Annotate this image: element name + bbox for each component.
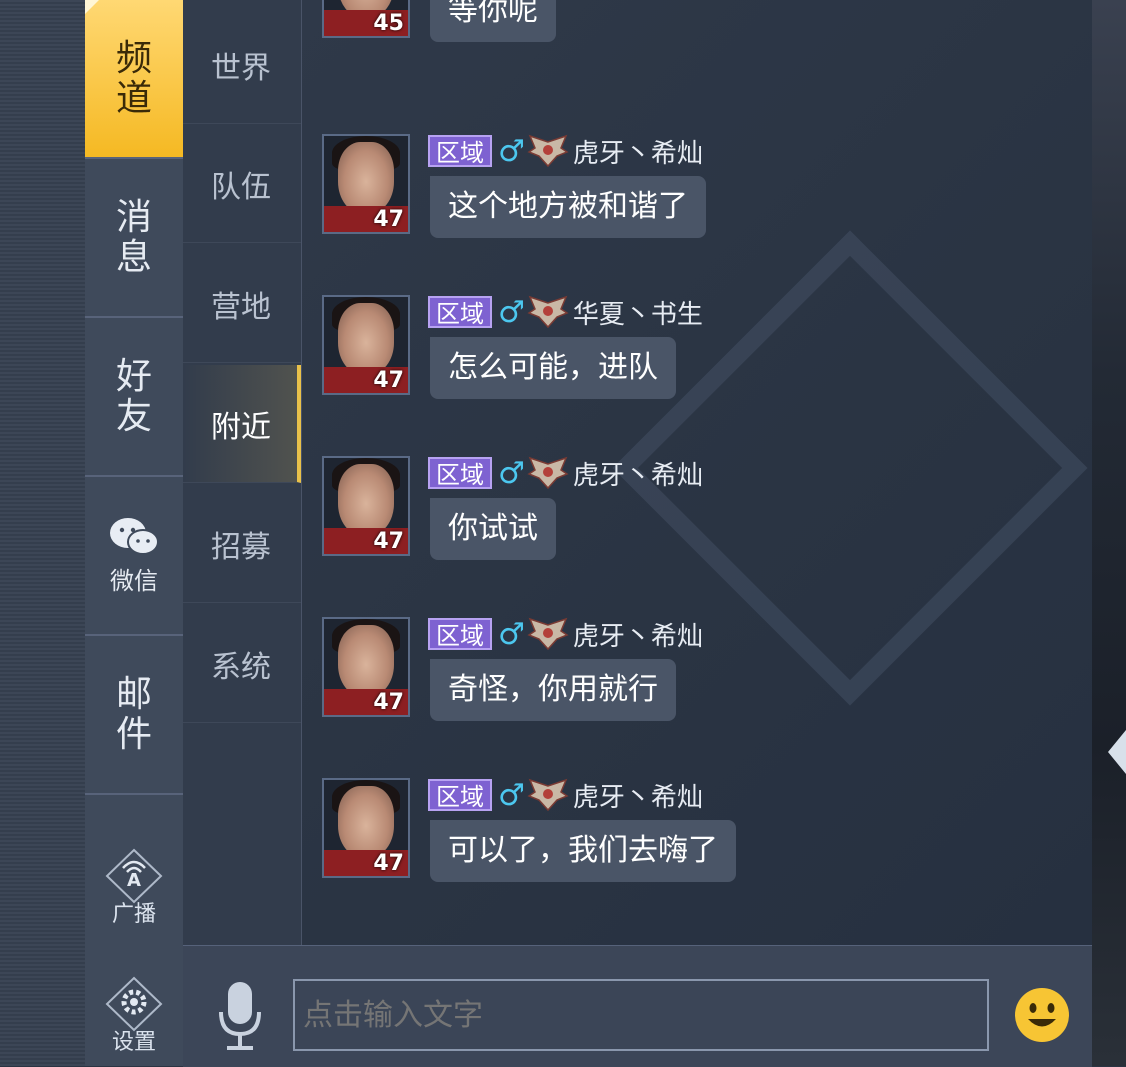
nav-settings-label: 设置 (111, 1030, 156, 1055)
level-badge: 47 (373, 690, 404, 715)
input-bar (183, 945, 1092, 1067)
nav-wechat[interactable]: 微信 (85, 477, 183, 636)
male-icon: ♂ (498, 616, 525, 652)
level-badge: 47 (373, 207, 404, 232)
nav-channel[interactable]: 频道 (85, 0, 183, 159)
region-tag: 区域 (428, 296, 492, 328)
chat-list[interactable]: 45 等你呢 47 区域 ♂ 虎牙丶希灿 这个地方被和谐了 47 区域 ♂ 华夏… (302, 0, 1092, 945)
nav-wechat-label: 微信 (110, 567, 158, 595)
player-name[interactable]: 华夏丶书生 (573, 294, 703, 331)
message-bubble[interactable]: 可以了，我们去嗨了 (430, 820, 736, 882)
rank-wings-icon (527, 456, 569, 490)
tab-world[interactable]: 世界 (183, 6, 301, 124)
chat-message: 47 区域 ♂ 虎牙丶希灿 奇怪，你用就行 (322, 617, 1072, 757)
avatar[interactable]: 47 (322, 456, 410, 556)
chat-message: 47 区域 ♂ 虎牙丶希灿 可以了，我们去嗨了 (322, 778, 1072, 918)
nav-friends-label: 好友 (115, 355, 152, 437)
level-badge: 45 (373, 11, 404, 36)
message-bubble[interactable]: 你试试 (430, 498, 556, 560)
wechat-icon (110, 518, 159, 555)
level-badge: 47 (373, 368, 404, 393)
left-backdrop (0, 0, 85, 1066)
tab-team[interactable]: 队伍 (183, 125, 301, 243)
avatar[interactable]: 47 (322, 134, 410, 234)
message-bubble[interactable]: 等你呢 (430, 0, 556, 42)
chat-message: 47 区域 ♂ 虎牙丶希灿 这个地方被和谐了 (322, 134, 1072, 274)
message-meta: 区域 ♂ 虎牙丶希灿 (428, 616, 703, 653)
main-nav: 频道 消息 好友 微信 邮件 A 广播 设置 (85, 0, 183, 1066)
nav-mail[interactable]: 邮件 (85, 636, 183, 795)
male-icon: ♂ (498, 455, 525, 491)
message-meta: 区域 ♂ 华夏丶书生 (428, 294, 703, 331)
nav-broadcast[interactable]: A 广播 (85, 838, 183, 938)
nav-messages-label: 消息 (115, 196, 152, 278)
tab-camp[interactable]: 营地 (183, 245, 301, 363)
male-icon: ♂ (498, 294, 525, 330)
right-backdrop (1092, 0, 1126, 1066)
nav-friends[interactable]: 好友 (85, 318, 183, 477)
chat-message: 47 区域 ♂ 华夏丶书生 怎么可能，进队 (322, 295, 1072, 435)
avatar[interactable]: 45 (322, 0, 410, 38)
nav-mail-label: 邮件 (115, 673, 152, 755)
chat-message: 47 区域 ♂ 虎牙丶希灿 你试试 (322, 456, 1072, 596)
nav-messages[interactable]: 消息 (85, 159, 183, 318)
message-meta: 区域 ♂ 虎牙丶希灿 (428, 455, 703, 492)
tab-nearby[interactable]: 附近 (183, 365, 301, 483)
smiley-icon[interactable] (1013, 986, 1071, 1044)
rank-wings-icon (527, 295, 569, 329)
message-bubble[interactable]: 这个地方被和谐了 (430, 176, 706, 238)
chat-message: 45 等你呢 (322, 0, 1072, 78)
message-meta: 区域 ♂ 虎牙丶希灿 (428, 133, 703, 170)
male-icon: ♂ (498, 777, 525, 813)
message-bubble[interactable]: 奇怪，你用就行 (430, 659, 676, 721)
chat-input[interactable] (293, 979, 989, 1051)
region-tag: 区域 (428, 135, 492, 167)
player-name[interactable]: 虎牙丶希灿 (573, 616, 703, 653)
nav-broadcast-label: 广播 (111, 902, 156, 927)
region-tag: 区域 (428, 779, 492, 811)
nav-channel-label: 频道 (115, 37, 152, 119)
rank-wings-icon (527, 134, 569, 168)
channel-tabs: 世界 队伍 营地 附近 招募 系统 (183, 0, 302, 945)
avatar[interactable]: 47 (322, 617, 410, 717)
level-badge: 47 (373, 851, 404, 876)
nav-settings[interactable]: 设置 (85, 966, 183, 1066)
player-name[interactable]: 虎牙丶希灿 (573, 777, 703, 814)
message-meta: 区域 ♂ 虎牙丶希灿 (428, 777, 703, 814)
tab-system[interactable]: 系统 (183, 605, 301, 723)
player-name[interactable]: 虎牙丶希灿 (573, 133, 703, 170)
region-tag: 区域 (428, 457, 492, 489)
rank-wings-icon (527, 778, 569, 812)
microphone-icon[interactable] (217, 980, 263, 1052)
male-icon: ♂ (498, 133, 525, 169)
avatar[interactable]: 47 (322, 295, 410, 395)
region-tag: 区域 (428, 618, 492, 650)
message-bubble[interactable]: 怎么可能，进队 (430, 337, 676, 399)
rank-wings-icon (527, 617, 569, 651)
avatar[interactable]: 47 (322, 778, 410, 878)
svg-text:A: A (127, 870, 141, 891)
player-name[interactable]: 虎牙丶希灿 (573, 455, 703, 492)
tab-recruit[interactable]: 招募 (183, 485, 301, 603)
level-badge: 47 (373, 529, 404, 554)
